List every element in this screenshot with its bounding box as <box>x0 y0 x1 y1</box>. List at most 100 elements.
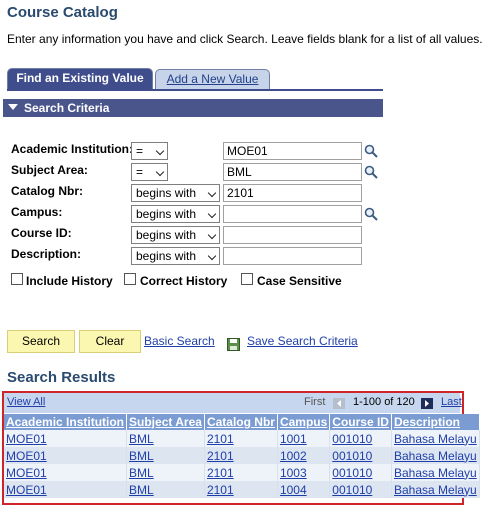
table-row: MOE01 BML 2101 1003 001010 Bahasa Melayu <box>4 464 480 481</box>
case-sensitive-label: Case Sensitive <box>257 274 342 288</box>
catalog-nbr-link[interactable]: 2101 <box>207 483 234 497</box>
course-id-operator[interactable]: begins with <box>131 226 220 244</box>
page-title: Course Catalog <box>7 4 118 21</box>
academic-institution-label: Academic Institution: <box>11 142 134 156</box>
academic-institution-input[interactable]: MOE01 <box>223 142 362 160</box>
basic-search-link[interactable]: Basic Search <box>144 334 215 348</box>
description-link[interactable]: Bahasa Melayu <box>394 483 477 497</box>
campus-link[interactable]: 1001 <box>280 432 307 446</box>
course-id-link[interactable]: 001010 <box>332 483 372 497</box>
chevron-down-icon <box>207 188 217 198</box>
column-header-course-id[interactable]: Course ID <box>329 414 392 430</box>
course-id-link[interactable]: 001010 <box>332 466 372 480</box>
table-row: MOE01 BML 2101 1002 001010 Bahasa Melayu <box>4 447 480 464</box>
tab-add-new[interactable]: Add a New Value <box>155 69 270 89</box>
academic-institution-operator[interactable]: = <box>131 142 168 160</box>
chevron-down-icon <box>207 209 217 219</box>
academic-institution-link[interactable]: MOE01 <box>6 483 47 497</box>
subject-area-label: Subject Area: <box>11 163 88 177</box>
chevron-down-icon <box>155 146 165 156</box>
column-header-label: Campus <box>279 415 328 429</box>
chevron-down-icon <box>207 251 217 261</box>
subject-area-link[interactable]: BML <box>129 432 154 446</box>
search-criteria-header[interactable]: Search Criteria <box>3 99 383 117</box>
course-id-input[interactable] <box>223 226 362 244</box>
description-link[interactable]: Bahasa Melayu <box>394 432 477 446</box>
campus-input[interactable] <box>223 205 362 223</box>
results-navigation-bar: View All First 1-100 of 120 Last <box>4 393 462 413</box>
course-id-link[interactable]: 001010 <box>332 449 372 463</box>
results-header-row: Academic Institution Subject Area Catalo… <box>4 414 480 430</box>
correct-history-label: Correct History <box>140 274 228 288</box>
column-header-label: Catalog Nbr <box>206 415 275 429</box>
academic-institution-operator-value: = <box>136 144 144 158</box>
search-results-title: Search Results <box>7 369 116 386</box>
catalog-nbr-link[interactable]: 2101 <box>207 432 234 446</box>
floppy-disk-icon[interactable] <box>227 338 240 351</box>
subject-area-link[interactable]: BML <box>129 483 154 497</box>
first-label: First <box>304 396 326 408</box>
column-header-subject-area[interactable]: Subject Area <box>126 414 205 430</box>
course-id-operator-value: begins with <box>136 228 197 242</box>
catalog-nbr-label: Catalog Nbr: <box>11 184 83 198</box>
catalog-nbr-operator-value: begins with <box>136 186 197 200</box>
table-row: MOE01 BML 2101 1004 001010 Bahasa Melayu <box>4 481 480 498</box>
magnifier-icon[interactable] <box>364 207 378 221</box>
collapse-triangle-icon <box>8 104 18 110</box>
column-header-campus[interactable]: Campus <box>277 414 331 430</box>
catalog-nbr-link[interactable]: 2101 <box>207 449 234 463</box>
column-header-catalog-nbr[interactable]: Catalog Nbr <box>204 414 278 430</box>
campus-link[interactable]: 1004 <box>280 483 307 497</box>
catalog-nbr-operator[interactable]: begins with <box>131 184 220 202</box>
description-operator-value: begins with <box>136 249 197 263</box>
tab-divider <box>7 89 383 91</box>
catalog-nbr-input[interactable]: 2101 <box>223 184 362 202</box>
column-header-label: Subject Area <box>129 415 202 429</box>
prev-arrow-icon <box>333 398 345 409</box>
column-header-description[interactable]: Description <box>391 414 480 430</box>
include-history-checkbox[interactable] <box>11 273 23 285</box>
tab-find-existing-label: Find an Existing Value <box>16 71 144 85</box>
description-input[interactable] <box>223 247 362 265</box>
subject-area-operator[interactable]: = <box>131 163 168 181</box>
academic-institution-link[interactable]: MOE01 <box>6 432 47 446</box>
page-instructions: Enter any information you have and click… <box>7 32 483 46</box>
tab-find-existing[interactable]: Find an Existing Value <box>7 68 153 89</box>
campus-label: Campus: <box>11 205 63 219</box>
tab-add-new-label: Add a New Value <box>166 72 259 86</box>
description-operator[interactable]: begins with <box>131 247 220 265</box>
case-sensitive-checkbox[interactable] <box>241 273 253 285</box>
correct-history-checkbox[interactable] <box>124 273 136 285</box>
search-button[interactable]: Search <box>7 330 75 353</box>
next-arrow-icon[interactable] <box>421 398 433 409</box>
academic-institution-link[interactable]: MOE01 <box>6 466 47 480</box>
campus-operator[interactable]: begins with <box>131 205 220 223</box>
column-header-academic-institution[interactable]: Academic Institution <box>4 414 128 430</box>
view-all-link[interactable]: View All <box>7 396 45 408</box>
campus-link[interactable]: 1003 <box>280 466 307 480</box>
results-table: Academic Institution Subject Area Catalo… <box>4 414 480 498</box>
subject-area-input[interactable]: BML <box>223 163 362 181</box>
catalog-nbr-link[interactable]: 2101 <box>207 466 234 480</box>
table-row: MOE01 BML 2101 1001 001010 Bahasa Melayu <box>4 430 480 447</box>
save-search-criteria-link[interactable]: Save Search Criteria <box>247 334 358 348</box>
last-link[interactable]: Last <box>441 396 462 408</box>
course-id-label: Course ID: <box>11 226 72 240</box>
description-link[interactable]: Bahasa Melayu <box>394 449 477 463</box>
clear-button[interactable]: Clear <box>79 330 141 353</box>
subject-area-link[interactable]: BML <box>129 466 154 480</box>
subject-area-link[interactable]: BML <box>129 449 154 463</box>
campus-link[interactable]: 1002 <box>280 449 307 463</box>
campus-operator-value: begins with <box>136 207 197 221</box>
results-count: 1-100 of 120 <box>353 396 415 408</box>
magnifier-icon[interactable] <box>364 144 378 158</box>
chevron-down-icon <box>207 230 217 240</box>
course-id-link[interactable]: 001010 <box>332 432 372 446</box>
column-header-label: Description <box>393 415 460 429</box>
column-header-label: Academic Institution <box>6 415 125 429</box>
academic-institution-link[interactable]: MOE01 <box>6 449 47 463</box>
description-link[interactable]: Bahasa Melayu <box>394 466 477 480</box>
magnifier-icon[interactable] <box>364 165 378 179</box>
subject-area-operator-value: = <box>136 165 144 179</box>
description-label: Description: <box>11 247 82 261</box>
